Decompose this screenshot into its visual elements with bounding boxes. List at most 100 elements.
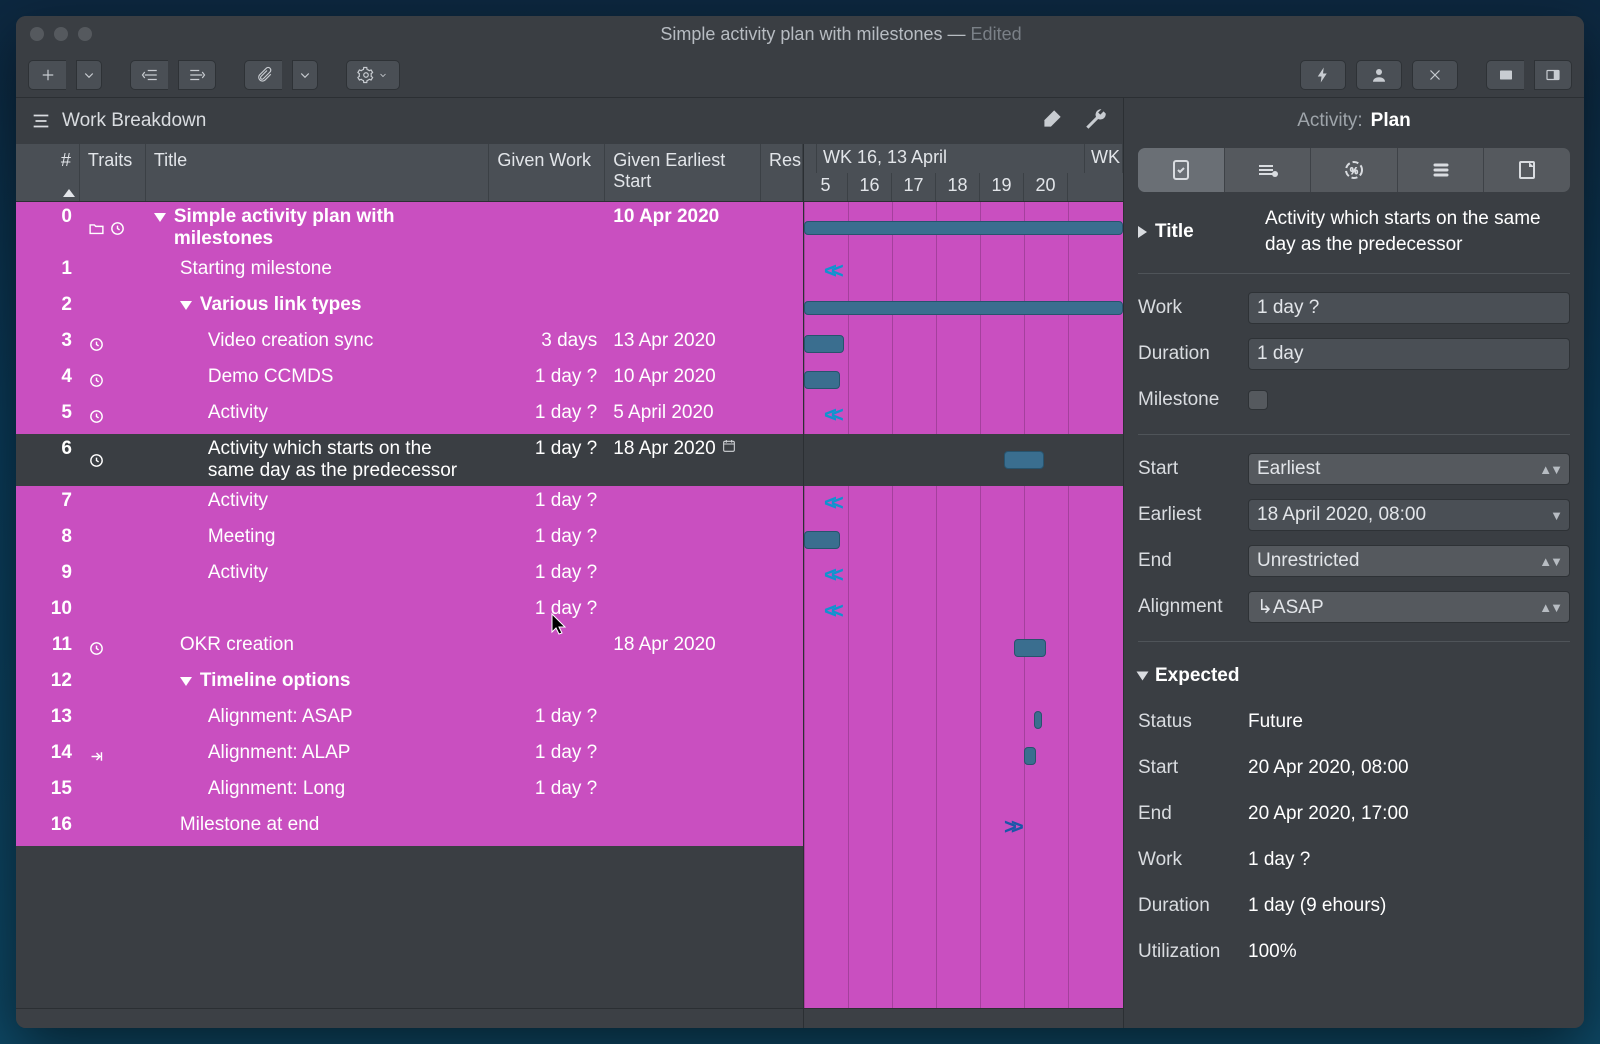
timeline-row[interactable]: << — [804, 254, 1123, 290]
timeline-row[interactable] — [804, 666, 1123, 702]
timeline-row[interactable] — [804, 702, 1123, 738]
timeline-row[interactable] — [804, 630, 1123, 666]
title-value[interactable]: Activity which starts on the same day as… — [1265, 206, 1570, 257]
traffic-close[interactable] — [30, 27, 44, 41]
table-row[interactable]: 4Demo CCMDS1 day ?10 Apr 2020 — [16, 362, 803, 398]
row-start[interactable] — [605, 522, 761, 558]
col-resources[interactable]: Res — [761, 144, 803, 201]
table-row[interactable]: 13Alignment: ASAP1 day ? — [16, 702, 803, 738]
table-row[interactable]: 12Timeline options — [16, 666, 803, 702]
row-work[interactable]: 1 day ? — [489, 398, 605, 434]
row-start[interactable]: 10 Apr 2020 — [605, 202, 761, 254]
timeline-row[interactable] — [804, 522, 1123, 558]
timeline-row[interactable] — [804, 362, 1123, 398]
earliest-field[interactable]: 18 April 2020, 08:00▼ — [1248, 499, 1570, 531]
milestone-checkbox[interactable] — [1248, 390, 1268, 410]
col-given-earliest-start[interactable]: Given Earliest Start — [605, 144, 761, 201]
row-work[interactable] — [489, 666, 605, 702]
traffic-minimize[interactable] — [54, 27, 68, 41]
timeline-row[interactable] — [804, 738, 1123, 774]
row-title[interactable]: Various link types — [146, 290, 490, 326]
row-start[interactable]: 18 Apr 2020 — [605, 630, 761, 666]
timeline-row[interactable]: << — [804, 398, 1123, 434]
row-start[interactable]: 5 April 2020 — [605, 398, 761, 434]
table-row[interactable]: 101 day ? — [16, 594, 803, 630]
row-work[interactable]: 1 day ? — [489, 486, 605, 522]
col-traits[interactable]: Traits — [80, 144, 146, 201]
gantt-bar[interactable] — [1004, 451, 1044, 469]
gantt-bar[interactable] — [804, 531, 840, 549]
row-start[interactable] — [605, 254, 761, 290]
timeline-row[interactable] — [804, 774, 1123, 810]
timeline-row[interactable] — [804, 326, 1123, 362]
timeline-row[interactable] — [804, 202, 1123, 254]
work-field[interactable]: 1 day ? — [1248, 292, 1570, 324]
outdent-button[interactable] — [130, 60, 168, 90]
col-given-work[interactable]: Given Work — [489, 144, 605, 201]
attach-dropdown[interactable] — [292, 60, 318, 90]
row-title[interactable]: Activity — [146, 398, 490, 434]
row-start[interactable] — [605, 290, 761, 326]
row-title[interactable]: OKR creation — [146, 630, 490, 666]
timeline-row[interactable]: << — [804, 558, 1123, 594]
row-start[interactable]: 18 Apr 2020 — [605, 434, 761, 486]
attach-button[interactable] — [244, 60, 282, 90]
timeline-row[interactable]: << — [804, 486, 1123, 522]
table-row[interactable]: 7Activity1 day ? — [16, 486, 803, 522]
row-title[interactable]: Activity which starts on the same day as… — [146, 434, 490, 486]
indent-button[interactable] — [178, 60, 216, 90]
wrench-icon[interactable] — [1083, 106, 1109, 137]
row-work[interactable] — [489, 254, 605, 290]
row-title[interactable]: Alignment: ASAP — [146, 702, 490, 738]
row-work[interactable] — [489, 810, 605, 846]
start-select[interactable]: Earliest▲▼ — [1248, 453, 1570, 485]
timeline-row[interactable]: >> — [804, 810, 1123, 846]
gantt-bar[interactable] — [1014, 639, 1046, 657]
row-start[interactable] — [605, 594, 761, 630]
view-full-button[interactable] — [1486, 60, 1524, 90]
row-title[interactable]: Timeline options — [146, 666, 490, 702]
row-work[interactable]: 1 day ? — [489, 434, 605, 486]
timeline-row[interactable] — [804, 290, 1123, 326]
row-start[interactable] — [605, 702, 761, 738]
hscroll-right[interactable] — [804, 1008, 1123, 1028]
end-select[interactable]: Unrestricted▲▼ — [1248, 545, 1570, 577]
disclose-icon[interactable] — [180, 677, 192, 686]
col-title[interactable]: Title — [146, 144, 490, 201]
col-number[interactable]: # — [16, 144, 80, 201]
row-title[interactable]: Alignment: Long — [146, 774, 490, 810]
row-title[interactable]: Alignment: ALAP — [146, 738, 490, 774]
hscroll-left[interactable] — [16, 1008, 803, 1028]
timeline-body[interactable]: <<<<<<<<<<>> — [804, 202, 1123, 1008]
row-work[interactable]: 1 day ? — [489, 702, 605, 738]
row-title[interactable]: Milestone at end — [146, 810, 490, 846]
gear-dropdown[interactable] — [346, 60, 400, 90]
row-start[interactable]: 13 Apr 2020 — [605, 326, 761, 362]
tools-button[interactable] — [1412, 60, 1458, 90]
brush-icon[interactable] — [1039, 106, 1065, 137]
row-work[interactable] — [489, 290, 605, 326]
row-title[interactable]: Simple activity plan with milestones — [146, 202, 490, 254]
tab-list[interactable] — [1398, 148, 1485, 192]
row-title[interactable] — [146, 594, 490, 630]
table-row[interactable]: 5Activity1 day ?5 April 2020 — [16, 398, 803, 434]
table-row[interactable]: 6Activity which starts on the same day a… — [16, 434, 803, 486]
row-work[interactable] — [489, 202, 605, 254]
expected-disclose-icon[interactable] — [1137, 672, 1149, 681]
table-row[interactable]: 11OKR creation18 Apr 2020 — [16, 630, 803, 666]
row-title[interactable]: Activity — [146, 558, 490, 594]
row-title[interactable]: Meeting — [146, 522, 490, 558]
row-start[interactable] — [605, 774, 761, 810]
row-work[interactable]: 1 day ? — [489, 522, 605, 558]
title-disclose-icon[interactable] — [1138, 226, 1147, 238]
bolt-button[interactable] — [1300, 60, 1346, 90]
table-row[interactable]: 3Video creation sync3 days13 Apr 2020 — [16, 326, 803, 362]
row-title[interactable]: Activity — [146, 486, 490, 522]
table-row[interactable]: 1Starting milestone — [16, 254, 803, 290]
row-start[interactable]: 10 Apr 2020 — [605, 362, 761, 398]
disclose-icon[interactable] — [154, 213, 166, 222]
row-work[interactable]: 1 day ? — [489, 558, 605, 594]
table-row[interactable]: 9Activity1 day ? — [16, 558, 803, 594]
gantt-bar[interactable] — [1034, 711, 1042, 729]
traffic-zoom[interactable] — [78, 27, 92, 41]
